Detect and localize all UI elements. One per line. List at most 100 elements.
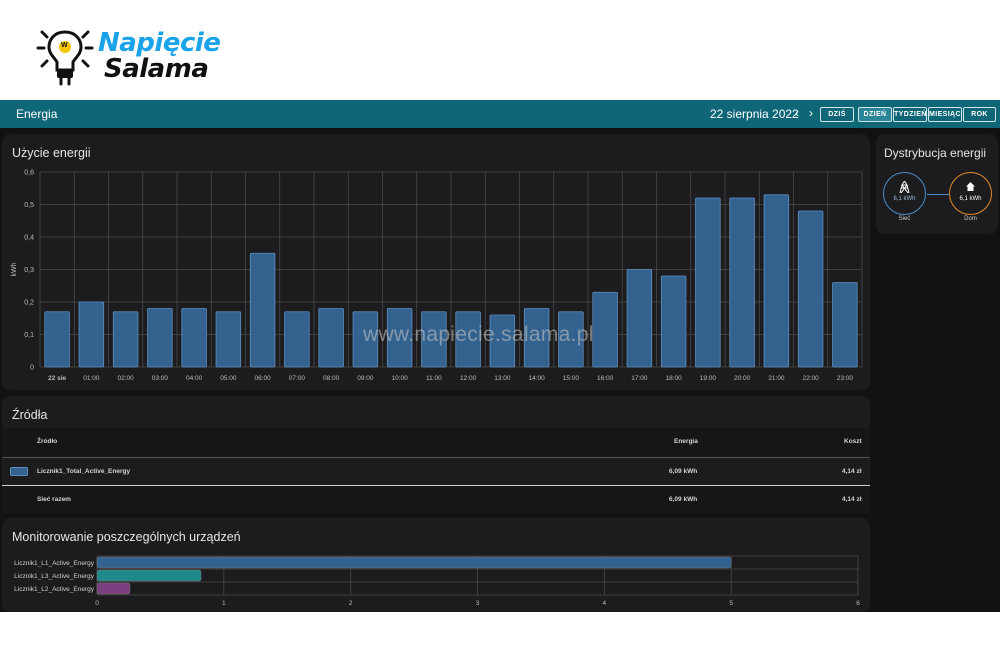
bar <box>695 197 721 368</box>
bar <box>832 282 858 368</box>
grid-label: Sieć <box>898 216 911 222</box>
x-tick-label: 02:00 <box>117 375 134 382</box>
x-tick-label: 22 sie <box>48 375 66 382</box>
device-monitoring-card: Monitorowanie poszczególnych urządzeń 01… <box>2 518 870 612</box>
source-name: Licznik1_Total_Active_Energy <box>37 468 131 475</box>
logo-line2: Salama <box>104 54 209 84</box>
home-node[interactable]: 6,1 kWh <box>949 172 992 215</box>
y-tick-label: 0,3 <box>24 267 34 274</box>
bar <box>626 269 653 368</box>
header-source: Źródło <box>37 438 58 445</box>
x-tick-label: 10:00 <box>391 375 408 382</box>
y-tick-label: 0,6 <box>24 170 34 177</box>
device-bar <box>96 556 732 569</box>
source-cost: 4,14 zł <box>842 468 862 475</box>
energy-distribution-card: Dystrybucja energii 6,1 kWh Sieć 6,1 kWh… <box>876 134 998 234</box>
x-tick-label: 3 <box>476 600 480 607</box>
x-tick-label: 05:00 <box>220 375 237 382</box>
home-value: 6,1 kWh <box>959 196 982 202</box>
x-tick-label: 17:00 <box>631 375 648 382</box>
period-year-button[interactable]: ROK <box>963 107 996 122</box>
sources-table-header: Źródło Energia Koszt <box>2 428 870 458</box>
grid-value: 6,1 kWh <box>893 196 916 202</box>
x-tick-label: 15:00 <box>563 375 580 382</box>
sources-title: Źródła <box>12 408 48 422</box>
bar <box>215 311 242 368</box>
x-tick-label: 01:00 <box>83 375 100 382</box>
brand-logo: W Napięcie Salama <box>36 26 221 90</box>
header-energy: Energia <box>674 438 698 445</box>
x-tick-label: 20:00 <box>734 375 751 382</box>
period-day-button[interactable]: DZIEŃ <box>858 107 892 122</box>
y-tick-label: 0,2 <box>24 300 34 307</box>
home-icon <box>950 181 991 195</box>
date-label: 22 sierpnia 2022 <box>710 107 799 121</box>
bar <box>592 291 618 368</box>
device-bar <box>96 582 131 595</box>
x-tick-label: 12:00 <box>460 375 477 382</box>
x-tick-label: 13:00 <box>494 375 511 382</box>
home-label: Dom <box>964 216 977 222</box>
x-tick-label: 23:00 <box>837 375 854 382</box>
chevron-right-icon[interactable]: › <box>805 106 817 120</box>
grid-node[interactable]: 6,1 kWh <box>883 172 926 215</box>
x-tick-label: 4 <box>603 600 607 607</box>
y-tick-label: 0 <box>30 365 34 372</box>
x-tick-label: 14:00 <box>528 375 545 382</box>
header-cost: Koszt <box>844 438 862 445</box>
y-tick-label: 0,5 <box>24 202 34 209</box>
energy-usage-card: Użycie energii 0 0,1 0,2 0,3 0,4 0,5 0,6 kWh 22 … <box>2 134 870 390</box>
device-monitoring-chart: 0 1 2 3 4 5 6 Licznik1_L1_Active_Energy Licznik1… <box>14 555 860 607</box>
bar <box>797 210 824 368</box>
x-tick-label: 21:00 <box>768 375 785 382</box>
table-total-row: Sieć razem 6,09 kWh 4,14 zł <box>2 485 870 513</box>
x-tick-label: 2 <box>349 600 353 607</box>
x-tick-label: 18:00 <box>665 375 682 382</box>
page-title: Energia <box>16 107 58 121</box>
x-tick-label: 1 <box>222 600 226 607</box>
x-tick-label: 09:00 <box>357 375 374 382</box>
x-tick-label: 5 <box>729 600 733 607</box>
bar <box>249 252 276 368</box>
device-label: Licznik1_L2_Active_Energy <box>14 586 95 593</box>
x-tick-label: 03:00 <box>152 375 169 382</box>
x-tick-label: 08:00 <box>323 375 340 382</box>
period-week-button[interactable]: TYDZIEŃ <box>893 107 927 122</box>
top-bar: Energia 22 sierpnia 2022 ‹ › DZIŚ DZIEŃ … <box>0 100 1000 128</box>
energy-usage-chart: 0 0,1 0,2 0,3 0,4 0,5 0,6 kWh 22 sie 01:00 02:00 03… <box>11 170 863 382</box>
chevron-left-icon[interactable]: ‹ <box>791 106 803 120</box>
grid-home-connector <box>927 194 949 195</box>
bar <box>318 308 344 368</box>
watermark: www.napiecie.salama.pl <box>363 323 594 346</box>
device-label: Licznik1_L1_Active_Energy <box>14 560 95 567</box>
energy-dashboard: Energia 22 sierpnia 2022 ‹ › DZIŚ DZIEŃ … <box>0 100 1000 612</box>
x-tick-label: 11:00 <box>426 375 442 382</box>
transmission-tower-icon <box>884 180 925 196</box>
logo-text: Napięcie Salama <box>98 30 221 84</box>
today-button[interactable]: DZIŚ <box>820 107 854 122</box>
x-tick-label: 07:00 <box>289 375 306 382</box>
total-energy: 6,09 kWh <box>669 496 698 503</box>
total-label: Sieć razem <box>37 496 71 503</box>
bar <box>660 275 687 368</box>
bar <box>112 311 139 368</box>
bar <box>44 311 70 368</box>
device-label: Licznik1_L3_Active_Energy <box>14 573 95 580</box>
x-tick-label: 04:00 <box>186 375 203 382</box>
y-axis-label: kWh <box>11 262 18 276</box>
table-row: Licznik1_Total_Active_Energy 6,09 kWh 4,… <box>2 458 870 486</box>
period-month-button[interactable]: MIESIĄC <box>928 107 962 122</box>
bar <box>729 197 755 368</box>
y-tick-label: 0,1 <box>24 332 34 339</box>
total-cost: 4,14 zł <box>842 496 862 503</box>
logo-bulb-letter: W <box>61 42 68 49</box>
x-tick-label: 16:00 <box>597 375 614 382</box>
bar <box>78 301 105 368</box>
energy-distribution-title: Dystrybucja energii <box>884 146 987 160</box>
bar <box>763 194 790 368</box>
bar <box>181 308 207 368</box>
x-tick-label: 0 <box>95 600 99 607</box>
series-color-swatch <box>10 467 28 476</box>
x-tick-label: 06:00 <box>254 375 271 382</box>
x-tick-label: 6 <box>856 600 860 607</box>
